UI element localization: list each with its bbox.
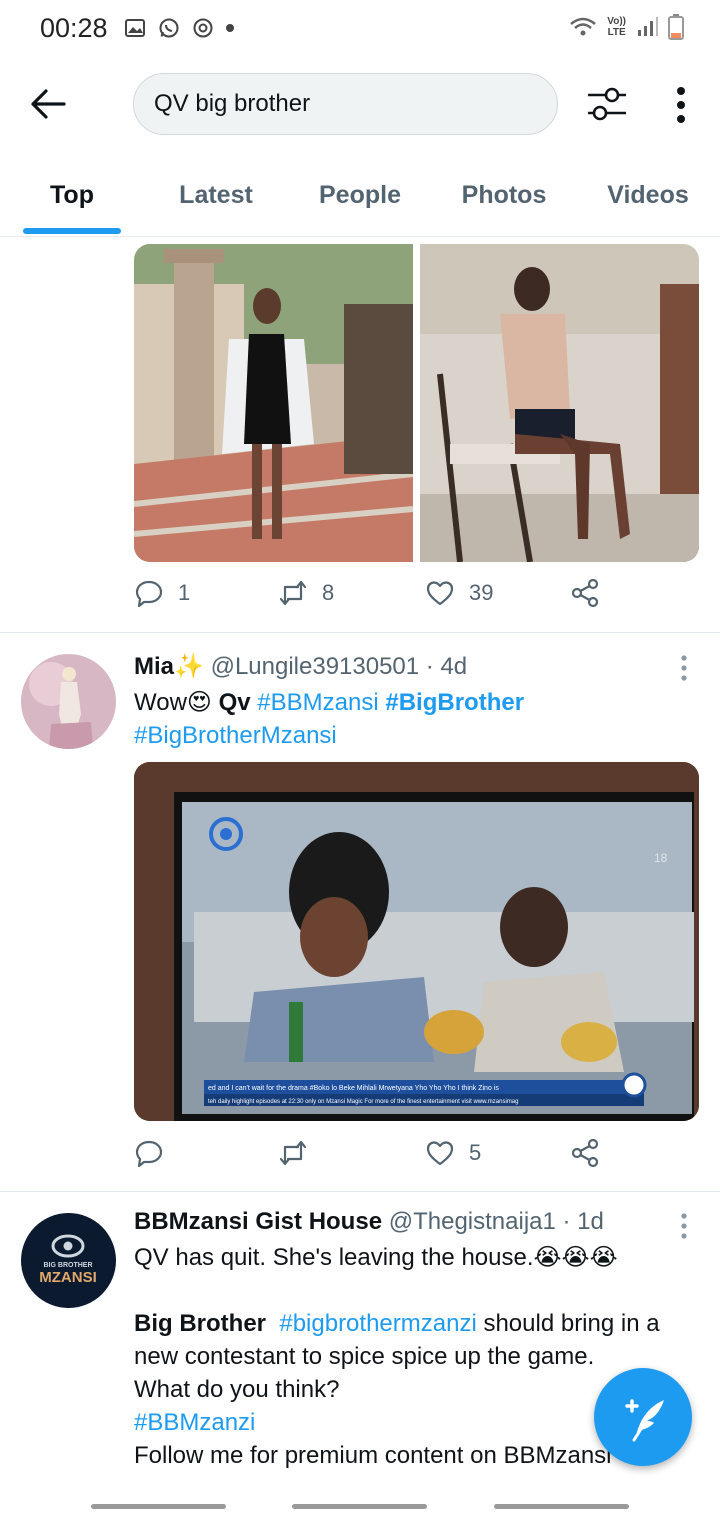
overflow-menu-icon[interactable] bbox=[666, 86, 696, 124]
wifi-icon bbox=[570, 17, 597, 36]
reply-count: 1 bbox=[178, 580, 191, 605]
tweet-actions: 1 8 39 bbox=[134, 578, 614, 618]
search-header: QV big brother bbox=[0, 62, 720, 146]
tab-people[interactable]: People bbox=[288, 160, 432, 230]
tweet-photo-1[interactable] bbox=[134, 244, 413, 562]
like-count: 39 bbox=[469, 580, 494, 605]
tweet-photo-tv[interactable]: ed and I can't wait for the drama #Boko … bbox=[134, 762, 699, 1121]
tv-ticker-line2: teh daily highlight episodes at 22:30 on… bbox=[208, 1099, 519, 1105]
avatar-text-top: BIG BROTHER bbox=[44, 1262, 93, 1269]
like-button[interactable]: 5 bbox=[425, 1138, 481, 1168]
status-system-icons: Vo)) LTE bbox=[569, 14, 684, 40]
author-handle[interactable]: @Lungile39130501 bbox=[211, 653, 420, 680]
tweet-divider bbox=[0, 632, 720, 633]
share-button[interactable] bbox=[570, 1138, 600, 1168]
nav-home[interactable] bbox=[292, 1504, 427, 1509]
tab-photos[interactable]: Photos bbox=[432, 160, 576, 230]
status-notification-icons bbox=[124, 17, 234, 39]
whatsapp-icon bbox=[159, 18, 179, 38]
reply-icon bbox=[135, 1140, 163, 1168]
heart-icon bbox=[426, 581, 454, 606]
tweet-actions: 5 bbox=[134, 1138, 614, 1178]
tweet-menu-icon[interactable] bbox=[676, 1212, 692, 1240]
like-button[interactable]: 39 bbox=[425, 578, 493, 608]
crying-emoji: 😭😭😭 bbox=[533, 1244, 618, 1271]
tweet-media-grid[interactable] bbox=[134, 244, 699, 562]
like-count: 5 bbox=[469, 1140, 482, 1165]
search-input[interactable]: QV big brother bbox=[133, 73, 558, 135]
share-icon bbox=[571, 1138, 599, 1168]
active-tab-indicator bbox=[23, 228, 121, 234]
author-name[interactable]: BBMzansi Gist House bbox=[134, 1208, 382, 1235]
back-arrow-icon[interactable] bbox=[28, 84, 68, 124]
search-query: QV big brother bbox=[154, 90, 311, 117]
avatar-text-bottom: MZANSI bbox=[39, 1269, 97, 1286]
tweet-time: · 1d bbox=[562, 1208, 604, 1235]
retweet-button[interactable] bbox=[278, 1138, 322, 1168]
reply-button[interactable]: 1 bbox=[134, 578, 190, 608]
reply-icon bbox=[135, 580, 163, 608]
retweet-icon bbox=[279, 580, 307, 606]
signal-icon bbox=[638, 17, 658, 36]
status-time: 00:28 bbox=[40, 12, 108, 43]
tv-channel-number: 18 bbox=[654, 851, 668, 865]
tv-ticker-line1: ed and I can't wait for the drama #Boko … bbox=[208, 1085, 499, 1092]
reply-button[interactable] bbox=[134, 1138, 178, 1168]
tab-videos[interactable]: Videos bbox=[576, 160, 720, 230]
tab-latest[interactable]: Latest bbox=[144, 160, 288, 230]
status-bar: 00:28 Vo)) LTE bbox=[0, 0, 720, 56]
gallery-icon bbox=[124, 19, 145, 37]
tweet-header: BBMzansi Gist House @Thegistnaija1 · 1d bbox=[134, 1208, 604, 1236]
search-tabs: Top Latest People Photos Videos bbox=[0, 160, 720, 237]
tweet-photo-2[interactable] bbox=[420, 244, 699, 562]
tab-top[interactable]: Top bbox=[0, 160, 144, 230]
hashtag-link[interactable]: #BigBrotherMzansi bbox=[134, 722, 337, 749]
system-nav-bar bbox=[0, 1494, 720, 1520]
more-notifications-dot bbox=[225, 24, 234, 32]
retweet-button[interactable]: 8 bbox=[278, 578, 334, 608]
compose-feather-icon bbox=[625, 1399, 664, 1442]
network-label: Vo)) LTE bbox=[607, 16, 626, 38]
retweet-icon bbox=[279, 1140, 307, 1166]
avatar[interactable]: BIG BROTHER MZANSI bbox=[21, 1213, 116, 1308]
author-handle[interactable]: @Thegistnaija1 bbox=[389, 1208, 556, 1235]
sync-icon bbox=[193, 18, 213, 38]
nav-back[interactable] bbox=[494, 1504, 629, 1509]
retweet-count: 8 bbox=[322, 580, 335, 605]
search-filter-icon[interactable] bbox=[586, 84, 628, 124]
compose-tweet-button[interactable] bbox=[594, 1368, 692, 1466]
tweet-header: Mia✨ @Lungile39130501 · 4d bbox=[134, 652, 467, 681]
sparkles-emoji: ✨ bbox=[174, 653, 204, 680]
nav-recents[interactable] bbox=[91, 1504, 226, 1509]
author-name[interactable]: Mia bbox=[134, 653, 174, 680]
tweet-time: · 4d bbox=[425, 653, 468, 680]
hashtag-link[interactable]: #BBMzansi bbox=[257, 689, 378, 716]
battery-icon bbox=[668, 14, 684, 40]
tweet-menu-icon[interactable] bbox=[676, 654, 692, 682]
hashtag-link[interactable]: #BigBrother bbox=[385, 689, 524, 716]
share-icon bbox=[571, 578, 599, 608]
avatar[interactable] bbox=[21, 654, 116, 749]
tweet-text: Wow😍 Qv #BBMzansi #BigBrother #BigBrothe… bbox=[134, 689, 525, 749]
hashtag-link[interactable]: #bigbrothermzanzi bbox=[279, 1310, 476, 1337]
tweet-divider bbox=[0, 1191, 720, 1192]
heart-icon bbox=[426, 1141, 454, 1166]
share-button[interactable] bbox=[570, 578, 600, 608]
hashtag-link[interactable]: #BBMzanzi bbox=[134, 1409, 255, 1436]
heart-eyes-emoji: 😍 bbox=[186, 689, 212, 716]
